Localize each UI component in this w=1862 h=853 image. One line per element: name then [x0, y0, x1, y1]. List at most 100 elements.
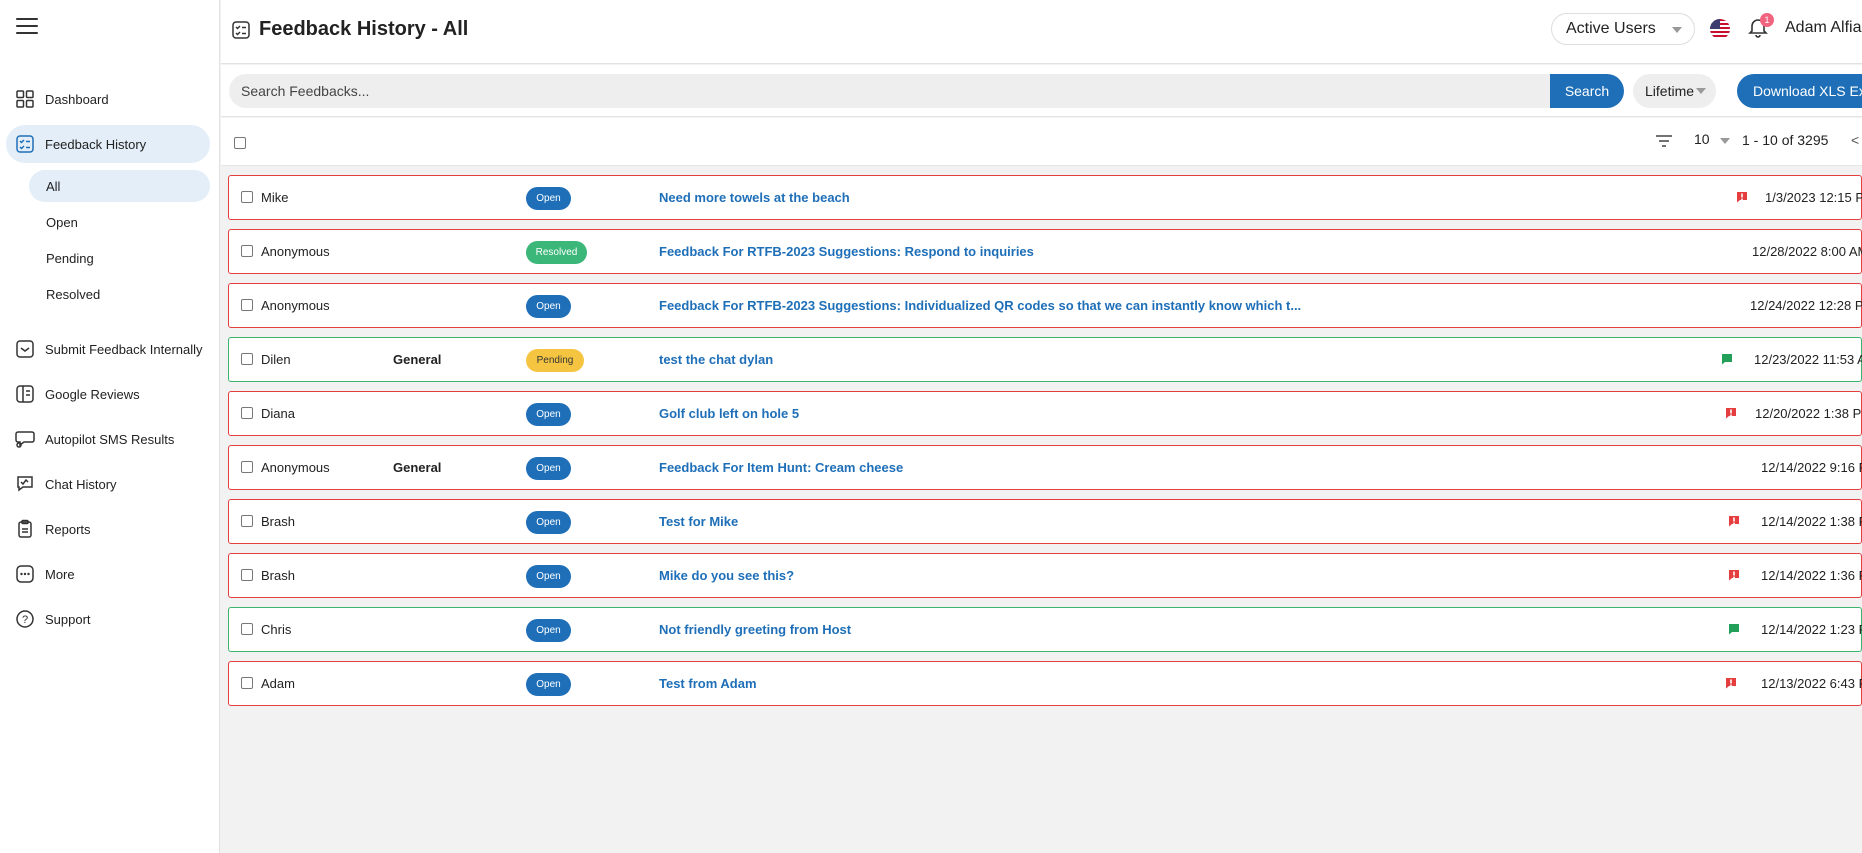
- row-customer-name: Adam: [261, 676, 295, 691]
- row-customer-name: Anonymous: [261, 244, 330, 259]
- table-row[interactable]: Brash Open Mike do you see this? 12/14/2022…: [228, 553, 1862, 598]
- dashboard-icon: [14, 88, 36, 110]
- sidebar-item-label: More: [45, 566, 75, 582]
- period-select[interactable]: Lifetime: [1633, 74, 1716, 108]
- sidebar-subitem-open[interactable]: Open: [29, 206, 210, 238]
- row-checkbox[interactable]: [241, 623, 253, 635]
- alert-flag-icon: [1728, 569, 1740, 581]
- sidebar-subitem-resolved[interactable]: Resolved: [29, 278, 210, 310]
- row-customer-name: Anonymous: [261, 298, 330, 313]
- table-row[interactable]: Anonymous Resolved Feedback For RTFB-2023 …: [228, 229, 1862, 274]
- row-customer-name: Dilen: [261, 352, 291, 367]
- row-subject-link[interactable]: Test for Mike: [659, 514, 738, 529]
- sidebar-item-reports[interactable]: Reports: [6, 510, 210, 548]
- row-checkbox[interactable]: [241, 353, 253, 365]
- status-badge: Open: [526, 511, 571, 534]
- reports-icon: [14, 518, 36, 540]
- row-subject-link[interactable]: Feedback For RTFB-2023 Suggestions: Resp…: [659, 244, 1034, 259]
- sidebar-item-label: Autopilot SMS Results: [45, 431, 175, 447]
- row-customer-name: Diana: [261, 406, 295, 421]
- sidebar-subitem-pending[interactable]: Pending: [29, 242, 210, 274]
- table-row[interactable]: Anonymous Open Feedback For RTFB-2023 Sugg…: [228, 283, 1862, 328]
- status-badge: Open: [526, 295, 571, 318]
- row-checkbox[interactable]: [241, 677, 253, 689]
- status-badge: Open: [526, 187, 571, 210]
- menu-toggle-icon[interactable]: [16, 18, 38, 36]
- status-badge: Open: [526, 673, 571, 696]
- per-page-select[interactable]: 10: [1694, 131, 1730, 147]
- table-row[interactable]: Chris Open Not friendly greeting from Host…: [228, 607, 1862, 652]
- google-reviews-icon: [14, 383, 36, 405]
- table-row[interactable]: Adam Open Test from Adam 12/13/2022 6:43 PM: [228, 661, 1862, 706]
- sidebar-item-dashboard[interactable]: Dashboard: [6, 80, 210, 118]
- row-subject-link[interactable]: Golf club left on hole 5: [659, 406, 799, 421]
- sidebar-item-support[interactable]: ? Support: [6, 600, 210, 638]
- chevron-down-icon: [1696, 88, 1706, 94]
- table-row[interactable]: Brash Open Test for Mike 12/14/2022 1:38 PM: [228, 499, 1862, 544]
- user-menu-name[interactable]: Adam Alfia: [1785, 19, 1861, 37]
- row-subject-link[interactable]: Not friendly greeting from Host: [659, 622, 851, 637]
- row-checkbox[interactable]: [241, 407, 253, 419]
- row-checkbox[interactable]: [241, 245, 253, 257]
- us-flag-icon[interactable]: [1710, 19, 1730, 39]
- sidebar-item-label: Submit Feedback Internally: [45, 341, 203, 357]
- table-row[interactable]: Mike Open Need more towels at the beach 1/3…: [228, 175, 1862, 220]
- row-checkbox[interactable]: [241, 515, 253, 527]
- table-row[interactable]: Diana Open Golf club left on hole 5 12/20/2…: [228, 391, 1862, 436]
- chevron-down-icon: [1720, 138, 1730, 144]
- row-customer-name: Anonymous: [261, 460, 330, 475]
- autopilot-sms-icon: [14, 428, 36, 450]
- sidebar-item-label: Google Reviews: [45, 386, 140, 402]
- row-checkbox[interactable]: [241, 191, 253, 203]
- row-date: 12/14/2022 1:38 PM: [1761, 514, 1862, 529]
- table-row[interactable]: Dilen General Pending test the chat dylan 12…: [228, 337, 1862, 382]
- sidebar-item-label: Feedback History: [45, 136, 147, 152]
- row-subject-link[interactable]: Test from Adam: [659, 676, 757, 691]
- row-checkbox[interactable]: [241, 569, 253, 581]
- row-customer-name: Mike: [261, 190, 289, 205]
- users-filter-select[interactable]: Active Users: [1551, 13, 1695, 45]
- sidebar: Dashboard Feedback History All Open Pend…: [0, 0, 220, 853]
- more-icon: [14, 563, 36, 585]
- search-input[interactable]: [229, 74, 1550, 108]
- sidebar-item-autopilot-sms[interactable]: Autopilot SMS Results: [6, 420, 210, 458]
- row-checkbox[interactable]: [241, 299, 253, 311]
- sidebar-item-google-reviews[interactable]: Google Reviews: [6, 375, 210, 413]
- row-subject-link[interactable]: Need more towels at the beach: [659, 190, 850, 205]
- sidebar-item-more[interactable]: More: [6, 555, 210, 593]
- feedback-submenu: All Open Pending Resolved: [0, 170, 210, 310]
- sidebar-item-label: Reports: [45, 521, 91, 537]
- row-subject-link[interactable]: Feedback For RTFB-2023 Suggestions: Indi…: [659, 298, 1301, 313]
- row-checkbox[interactable]: [241, 461, 253, 473]
- row-subject-link[interactable]: test the chat dylan: [659, 352, 773, 367]
- download-xls-button[interactable]: Download XLS Export: [1737, 74, 1862, 108]
- page-title: Feedback History - All: [259, 18, 469, 40]
- row-subject-link[interactable]: Feedback For Item Hunt: Cream cheese: [659, 460, 903, 475]
- alert-flag-icon: [1736, 191, 1748, 203]
- per-page-value: 10: [1694, 131, 1710, 147]
- row-date: 12/14/2022 1:36 PM: [1761, 568, 1862, 583]
- period-value: Lifetime: [1645, 83, 1695, 99]
- sidebar-item-chat-history[interactable]: Chat History: [6, 465, 210, 503]
- sidebar-item-feedback-history[interactable]: Feedback History: [6, 125, 210, 163]
- select-all-checkbox[interactable]: [234, 137, 246, 149]
- row-subject-link[interactable]: Mike do you see this?: [659, 568, 794, 583]
- table-row[interactable]: Anonymous General Open Feedback For Item Hu…: [228, 445, 1862, 490]
- chat-history-icon: [14, 473, 36, 495]
- feedback-history-icon: [14, 133, 36, 155]
- sidebar-item-submit-feedback[interactable]: Submit Feedback Internally: [6, 330, 210, 368]
- submit-feedback-icon: [14, 338, 36, 360]
- row-date: 12/14/2022 9:16 PM: [1761, 460, 1862, 475]
- status-badge: Open: [526, 457, 571, 480]
- row-category: General: [393, 460, 442, 475]
- status-badge: Resolved: [526, 241, 587, 264]
- search-button[interactable]: Search: [1550, 74, 1624, 108]
- row-customer-name: Chris: [261, 622, 292, 637]
- status-badge: Pending: [526, 349, 584, 372]
- filter-icon[interactable]: [1655, 134, 1673, 153]
- list-toolbar: 10 1 - 10 of 3295 <: [221, 118, 1862, 166]
- prev-page-button[interactable]: <: [1851, 132, 1859, 148]
- sidebar-subitem-all[interactable]: All: [29, 170, 210, 202]
- chat-flag-icon: [1721, 353, 1733, 365]
- feedback-list: Mike Open Need more towels at the beach 1/3…: [228, 175, 1862, 715]
